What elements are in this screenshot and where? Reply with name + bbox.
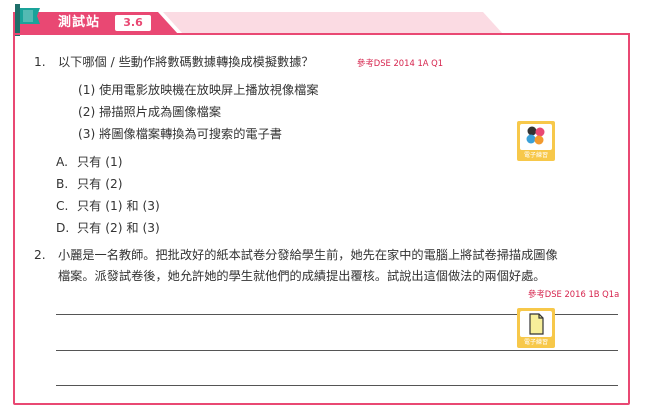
e-exercise-label: 電子練習 bbox=[523, 152, 548, 159]
answer-line[interactable] bbox=[56, 350, 618, 351]
e-exercise-label: 電子練習 bbox=[523, 339, 548, 346]
q1-option-letter: C. bbox=[56, 199, 69, 213]
q1-question: 以下哪個 / 些動作將數碼數據轉換成模擬數據？ bbox=[58, 55, 314, 69]
document-icon bbox=[520, 311, 552, 337]
q1-option-letter: A. bbox=[56, 155, 68, 169]
palette-icon bbox=[520, 124, 552, 150]
q1-option-letter: D. bbox=[56, 221, 70, 235]
q2-text-line: 小麗是一名教師。把批改好的紙本試卷分發給學生前，她先在家中的電腦上將試卷掃描成圖… bbox=[58, 248, 558, 262]
q1-item: (1) 使用電影放映機在放映屏上播放視像檔案 bbox=[78, 83, 319, 97]
q1-item: (3) 將圖像檔案轉換為可搜索的電子書 bbox=[78, 127, 282, 141]
q1-reference: 參考DSE 2014 1A Q1 bbox=[357, 58, 444, 68]
q2-reference: 參考DSE 2016 1B Q1a bbox=[528, 289, 620, 299]
q1-option-letter: B. bbox=[56, 177, 69, 191]
q2-number: 2. bbox=[34, 248, 46, 262]
q1-option-b[interactable]: 只有 (2) bbox=[77, 176, 123, 192]
q2-text-line: 檔案。派發試卷後，她允許她的學生就他們的成績提出覆核。試說出這個做法的兩個好處。 bbox=[58, 269, 546, 283]
q1-option-d[interactable]: 只有 (2) 和 (3) bbox=[77, 220, 160, 236]
section-title: 測試站 bbox=[58, 15, 101, 30]
q1-option-c[interactable]: 只有 (1) 和 (3) bbox=[77, 198, 160, 214]
q1-item: (2) 掃描照片成為圖像檔案 bbox=[78, 105, 222, 119]
q1-option-a[interactable]: 只有 (1) bbox=[77, 154, 123, 170]
answer-line[interactable] bbox=[56, 385, 618, 386]
e-exercise-button[interactable]: 電子練習 bbox=[517, 308, 555, 348]
e-exercise-button[interactable]: 電子練習 bbox=[517, 121, 555, 161]
flag-icon bbox=[15, 4, 40, 36]
section-number-badge: 3.6 bbox=[115, 15, 151, 31]
q1-number: 1. bbox=[34, 55, 46, 69]
